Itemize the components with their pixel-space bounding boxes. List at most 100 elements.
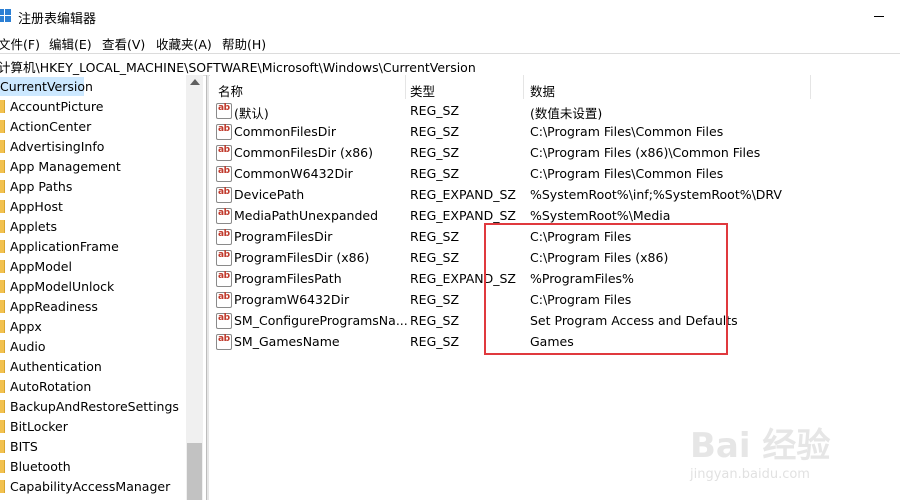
menu-edit[interactable]: 编辑(E) bbox=[49, 34, 92, 53]
tree-item-label: BitLocker bbox=[10, 419, 68, 434]
tree-item[interactable]: App Management bbox=[0, 157, 190, 177]
value-row[interactable]: ab CommonW6432Dir REG_SZ C:\Program File… bbox=[210, 163, 900, 184]
tree-item[interactable]: Bluetooth bbox=[0, 457, 190, 477]
value-name: SM_GamesName bbox=[234, 334, 340, 349]
tree-item[interactable]: BackupAndRestoreSettings bbox=[0, 397, 190, 417]
key-tree: CurrentVersion AccountPicture ActionCent… bbox=[0, 75, 203, 500]
tree-item[interactable]: AccountPicture bbox=[0, 97, 190, 117]
value-type: REG_SZ bbox=[410, 292, 460, 307]
tree-scrollbar[interactable] bbox=[186, 75, 203, 500]
tree-item-label: AdvertisingInfo bbox=[10, 139, 105, 154]
tree-item-label: AppReadiness bbox=[10, 299, 98, 314]
string-value-icon: ab bbox=[216, 271, 232, 287]
minimize-button[interactable] bbox=[868, 0, 900, 32]
string-value-icon: ab bbox=[216, 229, 232, 245]
menu-file[interactable]: 文件(F) bbox=[0, 34, 40, 53]
value-name: SM_ConfigureProgramsNa... bbox=[234, 313, 408, 328]
value-name: ProgramFilesDir bbox=[234, 229, 333, 244]
value-name: ProgramW6432Dir bbox=[234, 292, 350, 307]
value-type: REG_EXPAND_SZ bbox=[410, 187, 516, 202]
regedit-app-icon bbox=[0, 9, 11, 22]
value-name: ProgramFilesDir (x86) bbox=[234, 250, 370, 265]
tree-item-label: AutoRotation bbox=[10, 379, 92, 394]
column-divider[interactable] bbox=[523, 75, 524, 99]
folder-icon bbox=[0, 280, 5, 293]
string-value-icon: ab bbox=[216, 292, 232, 308]
scroll-up-arrow-icon[interactable] bbox=[190, 79, 200, 85]
string-value-icon: ab bbox=[216, 187, 232, 203]
column-header-type[interactable]: 类型 bbox=[410, 81, 435, 100]
tree-item-label: App Management bbox=[10, 159, 121, 174]
tree-item[interactable]: Authentication bbox=[0, 357, 190, 377]
value-data: %SystemRoot%\Media bbox=[530, 208, 671, 223]
value-row[interactable]: ab DevicePath REG_EXPAND_SZ %SystemRoot%… bbox=[210, 184, 900, 205]
address-path[interactable]: 计算机\HKEY_LOCAL_MACHINE\SOFTWARE\Microsof… bbox=[0, 57, 476, 76]
tree-item-label: ActionCenter bbox=[10, 119, 92, 134]
folder-icon bbox=[0, 220, 5, 233]
baidu-jingyan-watermark: Bai 经验 jingyan.baidu.com bbox=[690, 418, 890, 493]
tree-item[interactable]: Applets bbox=[0, 217, 190, 237]
value-type: REG_SZ bbox=[410, 229, 460, 244]
value-data: C:\Program Files (x86)\Common Files bbox=[530, 145, 761, 160]
string-value-icon: ab bbox=[216, 313, 232, 329]
tree-item[interactable]: AdvertisingInfo bbox=[0, 137, 190, 157]
menu-favorites[interactable]: 收藏夹(A) bbox=[156, 34, 212, 53]
value-row[interactable]: ab CommonFilesDir (x86) REG_SZ C:\Progra… bbox=[210, 142, 900, 163]
value-type: REG_SZ bbox=[410, 103, 460, 118]
folder-icon bbox=[0, 460, 5, 473]
column-divider[interactable] bbox=[810, 75, 811, 99]
tree-item[interactable]: AppModel bbox=[0, 257, 190, 277]
tree-item-label: AppModelUnlock bbox=[10, 279, 115, 294]
folder-icon bbox=[0, 320, 5, 333]
value-row[interactable]: ab CommonFilesDir REG_SZ C:\Program File… bbox=[210, 121, 900, 142]
value-row[interactable]: ab (默认) REG_SZ (数值未设置) bbox=[210, 100, 900, 121]
tree-item-label: Bluetooth bbox=[10, 459, 71, 474]
title-bar: 注册表编辑器 bbox=[0, 0, 900, 32]
tree-item-label: Authentication bbox=[10, 359, 102, 374]
folder-icon bbox=[0, 360, 5, 373]
value-data: %SystemRoot%\inf;%SystemRoot%\DRV bbox=[530, 187, 782, 202]
scrollbar-thumb[interactable] bbox=[187, 443, 202, 500]
tree-item[interactable]: AutoRotation bbox=[0, 377, 190, 397]
tree-item[interactable]: ActionCenter bbox=[0, 117, 190, 137]
tree-item[interactable]: CapabilityAccessManager bbox=[0, 477, 190, 497]
tree-item-label: ApplicationFrame bbox=[10, 239, 119, 254]
folder-icon bbox=[0, 480, 5, 493]
string-value-icon: ab bbox=[216, 250, 232, 266]
tree-item-selected[interactable]: CurrentVersion bbox=[0, 77, 93, 96]
tree-item[interactable]: ApplicationFrame bbox=[0, 237, 190, 257]
tree-item[interactable]: BITS bbox=[0, 437, 190, 457]
column-header-row: 名称 类型 数据 bbox=[210, 75, 900, 99]
tree-item[interactable]: Appx bbox=[0, 317, 190, 337]
folder-icon bbox=[0, 380, 5, 393]
tree-item[interactable]: AppReadiness bbox=[0, 297, 190, 317]
value-type: REG_SZ bbox=[410, 313, 460, 328]
address-bar[interactable]: 计算机\HKEY_LOCAL_MACHINE\SOFTWARE\Microsof… bbox=[0, 53, 900, 76]
string-value-icon: ab bbox=[216, 334, 232, 350]
value-name: MediaPathUnexpanded bbox=[234, 208, 379, 223]
menu-view[interactable]: 查看(V) bbox=[102, 34, 145, 53]
folder-icon bbox=[0, 160, 5, 173]
string-value-icon: ab bbox=[216, 103, 232, 119]
tree-item[interactable]: BitLocker bbox=[0, 417, 190, 437]
column-divider[interactable] bbox=[405, 75, 406, 99]
tree-item[interactable]: AppHost bbox=[0, 197, 190, 217]
value-type: REG_SZ bbox=[410, 124, 460, 139]
column-header-name[interactable]: 名称 bbox=[218, 81, 243, 100]
value-name: CommonFilesDir (x86) bbox=[234, 145, 373, 160]
folder-icon bbox=[0, 100, 5, 113]
column-header-data[interactable]: 数据 bbox=[530, 81, 555, 100]
value-data: (数值未设置) bbox=[530, 106, 603, 121]
value-data: C:\Program Files\Common Files bbox=[530, 166, 724, 181]
value-name: DevicePath bbox=[234, 187, 305, 202]
tree-item[interactable]: AppModelUnlock bbox=[0, 277, 190, 297]
folder-icon bbox=[0, 140, 5, 153]
tree-item[interactable]: App Paths bbox=[0, 177, 190, 197]
tree-item[interactable]: Audio bbox=[0, 337, 190, 357]
tree-item-label: Appx bbox=[10, 319, 42, 334]
string-value-icon: ab bbox=[216, 208, 232, 224]
pane-splitter[interactable] bbox=[206, 75, 209, 500]
menu-help[interactable]: 帮助(H) bbox=[222, 34, 266, 53]
value-type: REG_SZ bbox=[410, 334, 460, 349]
folder-icon bbox=[0, 180, 5, 193]
